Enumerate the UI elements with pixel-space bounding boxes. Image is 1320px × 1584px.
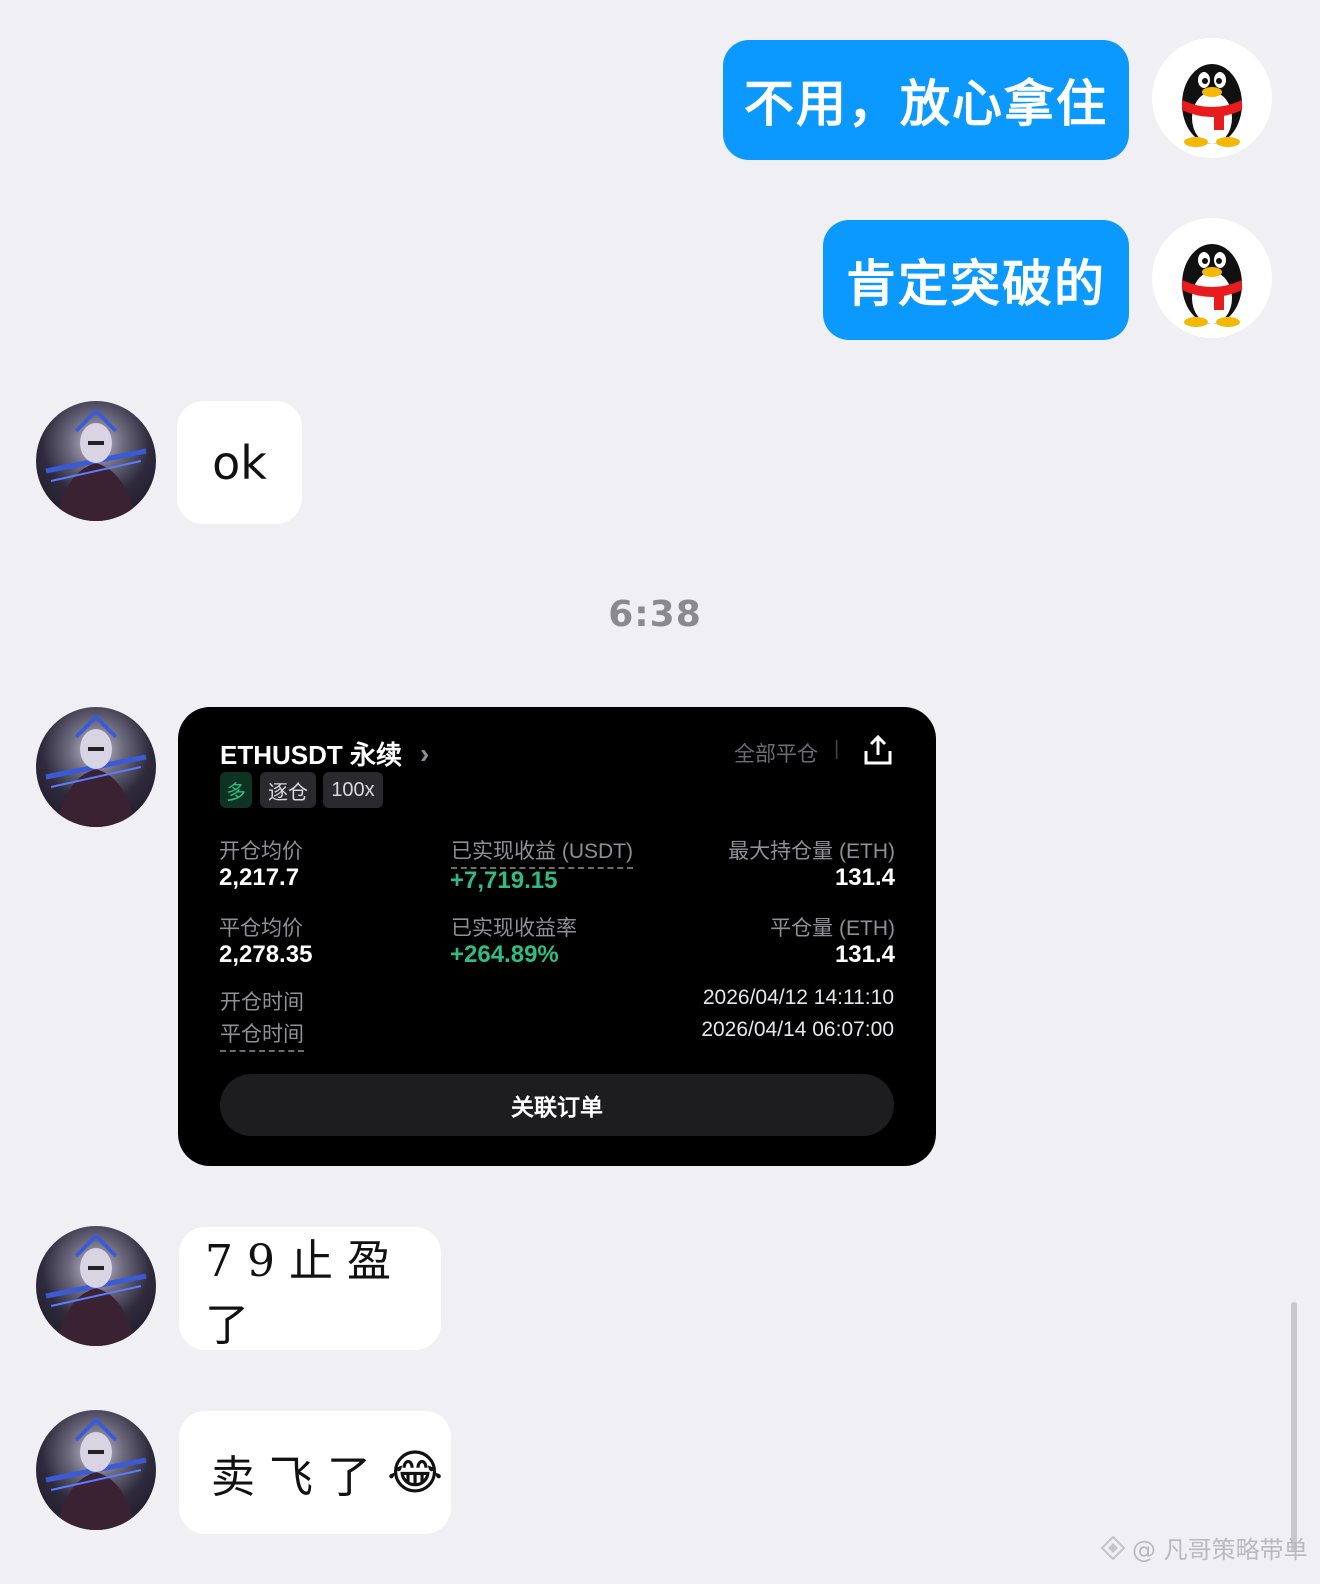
dark-knight-avatar-icon — [45, 408, 147, 521]
close-time-label[interactable]: 平仓时间 — [220, 1018, 304, 1052]
trade-position-card[interactable]: ETHUSDT 永续 › 全部平仓 | 多 逐仓 100x 开仓均价 2,217… — [178, 707, 936, 1166]
penguin-icon — [1182, 64, 1242, 147]
side-tag: 多 — [220, 772, 252, 808]
message-text: ok — [212, 435, 267, 490]
binance-diamond-icon — [1100, 1535, 1126, 1560]
tears-of-joy-emoji-icon: 😂 — [387, 1444, 444, 1501]
close-all-link[interactable]: 全部平仓 — [734, 738, 818, 768]
open-avg-label: 开仓均价 — [219, 840, 303, 863]
contact-avatar[interactable] — [36, 1410, 156, 1530]
margin-mode-tag: 逐仓 — [260, 772, 316, 808]
message-text: 卖飞了 — [211, 1451, 385, 1503]
outgoing-message-bubble[interactable]: 不用，放心拿住 — [723, 40, 1129, 160]
watermark: @ 凡哥策略带单 — [1100, 1530, 1308, 1565]
close-qty-value: 131.4 — [834, 941, 895, 968]
open-avg-value: 2,217.7 — [219, 864, 300, 891]
scrollbar[interactable] — [1291, 1302, 1297, 1552]
incoming-message-bubble[interactable]: 79止盈了 — [179, 1227, 441, 1351]
open-time-label: 开仓时间 — [220, 991, 304, 1014]
incoming-message-bubble[interactable]: 卖飞了 😂 — [179, 1411, 451, 1534]
qq-penguin-avatar[interactable] — [1152, 38, 1272, 158]
message-text: 肯定突破的 — [846, 255, 1106, 313]
contact-avatar[interactable] — [36, 401, 156, 521]
qq-penguin-avatar[interactable] — [1152, 218, 1272, 338]
max-position-value: 131.4 — [834, 864, 895, 891]
realized-rate-value: +264.89% — [450, 941, 559, 968]
symbol-title[interactable]: ETHUSDT 永续 › — [220, 735, 429, 772]
message-timestamp: 6:38 — [608, 594, 702, 635]
open-time-value: 2026/04/12 14:11:10 — [702, 986, 894, 1009]
symbol-label: ETHUSDT 永续 — [220, 740, 403, 770]
dark-knight-avatar-icon — [45, 1233, 147, 1346]
header-divider: | — [834, 738, 840, 760]
dark-knight-avatar-icon — [45, 714, 147, 827]
watermark-text: @ 凡哥策略带单 — [1132, 1536, 1308, 1564]
linked-orders-button[interactable]: 关联订单 — [220, 1074, 894, 1136]
contact-avatar[interactable] — [36, 1226, 156, 1346]
close-qty-label: 平仓量 (ETH) — [770, 917, 895, 940]
share-button[interactable] — [860, 733, 896, 769]
realized-rate-label: 已实现收益率 — [451, 917, 577, 940]
leverage-tag: 100x — [323, 772, 383, 808]
max-position-label: 最大持仓量 (ETH) — [728, 840, 895, 863]
close-avg-value: 2,278.35 — [219, 941, 313, 968]
message-text: 79止盈了 — [205, 1235, 405, 1351]
outgoing-message-bubble[interactable]: 肯定突破的 — [823, 220, 1129, 340]
chevron-right-icon: › — [420, 737, 430, 769]
incoming-message-bubble[interactable]: ok — [177, 401, 302, 524]
message-text: 不用，放心拿住 — [744, 75, 1108, 133]
dark-knight-avatar-icon — [45, 1417, 147, 1530]
penguin-icon — [1182, 244, 1242, 327]
contact-avatar[interactable] — [36, 707, 156, 827]
close-time-value: 2026/04/14 06:07:00 — [701, 1018, 894, 1041]
share-upload-icon — [864, 734, 892, 765]
realized-pnl-label[interactable]: 已实现收益 (USDT) — [451, 835, 633, 869]
close-avg-label: 平仓均价 — [219, 917, 303, 940]
realized-pnl-value: +7,719.15 — [450, 867, 558, 894]
